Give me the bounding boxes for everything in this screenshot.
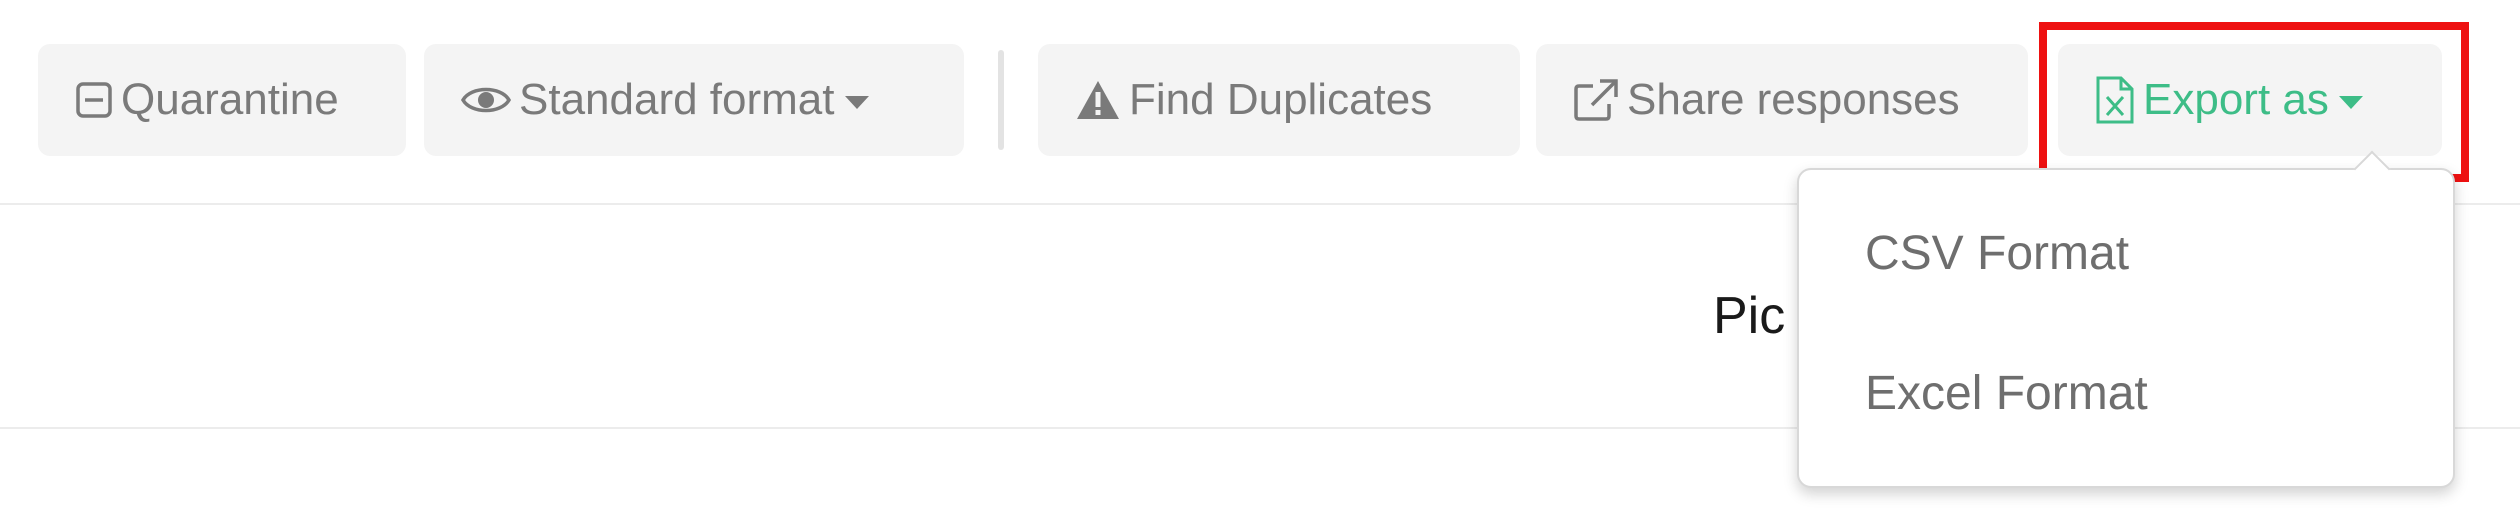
- eye-icon: [461, 82, 511, 118]
- minus-square-icon: [75, 81, 113, 119]
- standard-format-dropdown[interactable]: Standard format: [424, 44, 964, 156]
- share-responses-label: Share responses: [1627, 75, 1960, 124]
- toolbar-divider: [998, 50, 1004, 150]
- highlight-box: [2039, 22, 2469, 182]
- partial-text: Pic: [1713, 287, 1786, 345]
- share-responses-button[interactable]: Share responses: [1536, 44, 2028, 156]
- menu-item-csv-format[interactable]: CSV Format: [1865, 226, 2129, 281]
- quarantine-button[interactable]: Quarantine: [38, 44, 406, 156]
- find-duplicates-label: Find Duplicates: [1129, 75, 1433, 124]
- standard-format-label: Standard format: [519, 75, 835, 124]
- warning-icon: [1075, 79, 1121, 121]
- external-link-icon: [1573, 78, 1619, 122]
- find-duplicates-button[interactable]: Find Duplicates: [1038, 44, 1520, 156]
- menu-item-excel-format[interactable]: Excel Format: [1865, 366, 2148, 421]
- chevron-down-icon: [844, 95, 869, 109]
- quarantine-label: Quarantine: [121, 75, 339, 124]
- export-dropdown-menu: CSV Format Excel Format: [1797, 150, 2455, 488]
